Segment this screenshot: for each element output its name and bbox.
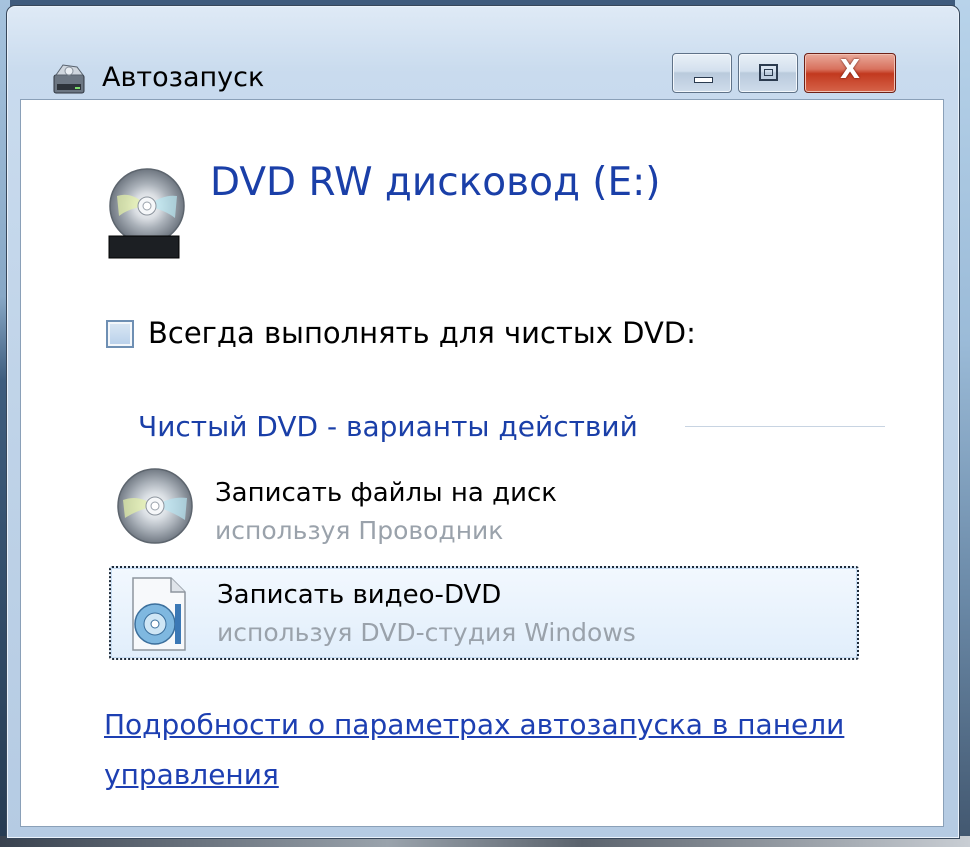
cd-disc-icon xyxy=(115,466,195,546)
maximize-icon xyxy=(759,64,778,81)
option-burn-files[interactable]: Записать файлы на диск используя Проводн… xyxy=(109,460,855,552)
dvd-maker-icon xyxy=(117,574,197,654)
autoplay-icon xyxy=(53,62,85,96)
window-title: Автозапуск xyxy=(102,62,265,93)
always-do-checkbox[interactable] xyxy=(106,320,134,348)
maximize-button[interactable] xyxy=(738,53,798,93)
minimize-button[interactable] xyxy=(672,53,732,93)
title-bar[interactable]: Автозапуск X xyxy=(7,6,959,94)
option-title: Записать видео-DVD xyxy=(217,580,502,610)
option-subtitle: используя DVD-студия Windows xyxy=(217,618,636,647)
section-title: Чистый DVD - варианты действий xyxy=(138,410,638,443)
close-button[interactable]: X xyxy=(804,53,896,93)
content-area: DVD RW дисковод (E:) Всегда выполнять дл… xyxy=(20,99,944,827)
option-title: Записать файлы на диск xyxy=(215,478,557,508)
always-do-label[interactable]: Всегда выполнять для чистых DVD: xyxy=(148,316,696,350)
section-divider xyxy=(685,426,885,427)
autoplay-settings-link[interactable]: Подробности о параметрах автозапуска в п… xyxy=(104,700,904,800)
dvd-drive-icon xyxy=(107,166,187,262)
autoplay-window: Автозапуск X DVD RW дисковод (E:) Всегда… xyxy=(6,5,960,839)
option-burn-video-dvd[interactable]: Записать видео-DVD используя DVD-студия … xyxy=(109,566,859,660)
option-subtitle: используя Проводник xyxy=(215,516,504,545)
device-title: DVD RW дисковод (E:) xyxy=(210,160,661,205)
close-icon: X xyxy=(839,55,861,85)
minimize-icon xyxy=(694,77,713,83)
